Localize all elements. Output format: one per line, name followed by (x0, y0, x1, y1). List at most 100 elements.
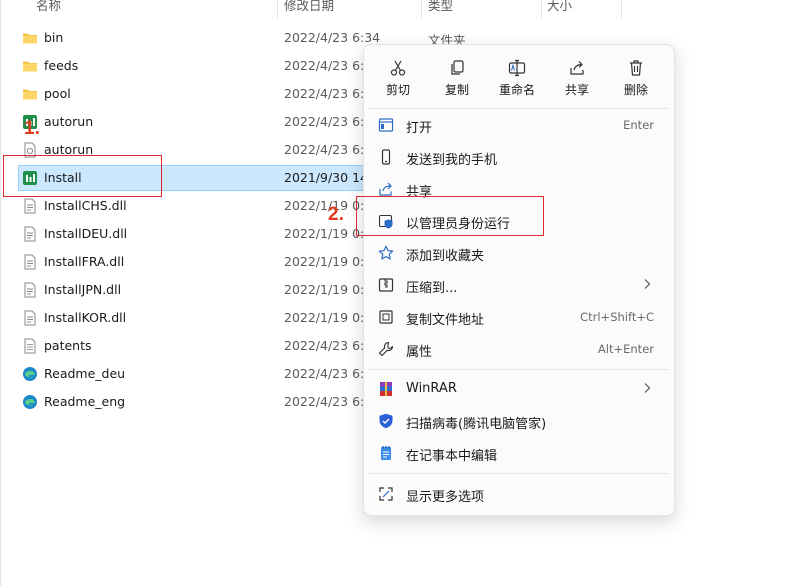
rename-button[interactable]: 重命名 (487, 55, 547, 101)
dll-icon (24, 254, 36, 270)
column-name-header[interactable]: 名称 (36, 0, 61, 18)
dll-icon (24, 310, 36, 326)
delete-button[interactable]: 删除 (606, 55, 666, 101)
file-name: autorun (44, 114, 94, 129)
cut-icon (390, 60, 406, 76)
file-date: 2022/4/23 6:3 (284, 58, 373, 73)
share-icon (570, 61, 584, 75)
shortcut-hint: Ctrl+Shift+C (580, 310, 654, 324)
dll-icon (24, 282, 36, 298)
column-date-header[interactable]: 修改日期 (284, 0, 334, 18)
more-options-icon (379, 487, 393, 501)
dll-icon (24, 226, 36, 242)
cut-label: 剪切 (385, 83, 410, 97)
file-date: 2022/4/23 6:34 (284, 30, 381, 45)
file-name: pool (44, 86, 71, 101)
window-left-border (0, 0, 1, 586)
menu-item-label: 属性 (406, 345, 433, 360)
menu-item-edit-in-notepad[interactable]: 在记事本中编辑 (368, 438, 668, 468)
annotation-step-1: 1. (24, 118, 40, 139)
share-label: 共享 (564, 83, 589, 97)
share-icon (379, 182, 392, 196)
file-name: InstallFRA.dll (44, 254, 125, 269)
file-date: 2022/4/23 6:3 (284, 114, 373, 129)
file-date: 2022/1/19 0:1 (284, 254, 373, 269)
menu-item-label: 复制文件地址 (406, 313, 485, 328)
copy-label: 复制 (444, 83, 469, 97)
menu-item-label: 扫描病毒(腾讯电脑管家) (406, 417, 547, 432)
file-name: feeds (44, 58, 79, 73)
menu-item-label: 压缩到... (406, 281, 458, 296)
column-separator[interactable] (541, 0, 542, 18)
annotation-step-2: 2. (328, 204, 344, 225)
file-row[interactable]: InstallFRA.dll 2022/1/19 0:1 (18, 249, 378, 275)
context-menu: 剪切 复制 重命名 共享 删除 打开 Enter 发送到我的手机 共享 以管理员… (363, 44, 675, 516)
menu-item-send-to-phone[interactable]: 发送到我的手机 (368, 142, 668, 172)
file-name: InstallJPN.dll (44, 282, 122, 297)
file-name: InstallCHS.dll (44, 198, 127, 213)
file-name: Readme_deu (44, 366, 126, 381)
notepad-icon (381, 446, 391, 460)
share-button[interactable]: 共享 (547, 55, 607, 101)
menu-item-compress[interactable]: 压缩到... (368, 270, 668, 300)
file-row[interactable]: InstallDEU.dll 2022/1/19 0:1 (18, 221, 378, 247)
delete-icon (630, 60, 642, 76)
phone-icon (381, 149, 391, 165)
folder-icon (23, 89, 37, 100)
wrench-icon (378, 341, 394, 357)
file-date: 2022/4/23 6:3 (284, 394, 373, 409)
menu-item-copy-path[interactable]: 复制文件地址 Ctrl+Shift+C (368, 302, 668, 332)
file-row[interactable]: InstallKOR.dll 2022/1/19 0:1 (18, 305, 378, 331)
menu-item-label: 添加到收藏夹 (406, 249, 485, 264)
shortcut-hint: Alt+Enter (597, 342, 654, 356)
zip-icon (378, 278, 394, 292)
edge-icon (23, 395, 37, 409)
file-date: 2022/4/23 6:3 (284, 338, 373, 353)
chevron-right-icon (644, 383, 651, 393)
file-row[interactable]: bin 2022/4/23 6:34 文件夹 (18, 25, 466, 51)
column-separator[interactable] (621, 0, 622, 18)
folder-icon (23, 61, 37, 72)
column-separator[interactable] (421, 0, 422, 18)
column-header: 名称 修改日期 类型 大小 (0, 0, 794, 18)
file-name: InstallDEU.dll (44, 226, 128, 241)
menu-item-show-more-options[interactable]: 显示更多选项 (368, 479, 668, 509)
open-icon (378, 118, 394, 132)
file-name: Readme_eng (44, 394, 126, 409)
copy-button[interactable]: 复制 (427, 55, 487, 101)
column-type-header[interactable]: 类型 (428, 0, 453, 18)
edge-icon (23, 367, 37, 381)
dll-icon (24, 198, 36, 214)
menu-item-winrar[interactable]: WinRAR (368, 374, 668, 404)
text-file-icon (24, 338, 36, 354)
menu-divider (368, 108, 668, 109)
column-separator[interactable] (277, 0, 278, 18)
menu-item-virus-scan[interactable]: 扫描病毒(腾讯电脑管家) (368, 406, 668, 436)
file-row[interactable]: feeds 2022/4/23 6:3 (18, 53, 378, 79)
file-date: 2021/9/30 14: (284, 170, 373, 185)
file-row[interactable]: Readme_deu 2022/4/23 6:3 (18, 361, 378, 387)
file-date: 2022/1/19 0:1 (284, 282, 373, 297)
file-date: 2022/4/23 6:3 (284, 142, 373, 157)
antivirus-shield-icon (379, 413, 393, 429)
file-date: 2022/1/19 0:1 (284, 310, 373, 325)
delete-label: 删除 (623, 83, 648, 97)
rename-label: 重命名 (498, 83, 535, 97)
menu-item-label: 发送到我的手机 (406, 153, 498, 168)
menu-item-open[interactable]: 打开 Enter (368, 110, 668, 140)
annotation-box-1 (3, 155, 162, 197)
folder-icon (23, 33, 37, 44)
file-row[interactable]: pool 2022/4/23 6:3 (18, 81, 378, 107)
file-date: 2022/4/23 6:3 (284, 86, 373, 101)
menu-item-properties[interactable]: 属性 Alt+Enter (368, 334, 668, 364)
file-row[interactable]: autorun 2022/4/23 6:3 (18, 109, 378, 135)
column-size-header[interactable]: 大小 (547, 0, 572, 18)
winrar-icon (380, 382, 392, 396)
file-row[interactable]: Readme_eng 2022/4/23 6:3 (18, 389, 378, 415)
file-name: InstallKOR.dll (44, 310, 127, 325)
star-icon (378, 245, 394, 260)
menu-item-add-to-favorites[interactable]: 添加到收藏夹 (368, 238, 668, 268)
cut-button[interactable]: 剪切 (368, 55, 428, 101)
file-row[interactable]: patents 2022/4/23 6:3 (18, 333, 378, 359)
file-row[interactable]: InstallJPN.dll 2022/1/19 0:1 (18, 277, 378, 303)
